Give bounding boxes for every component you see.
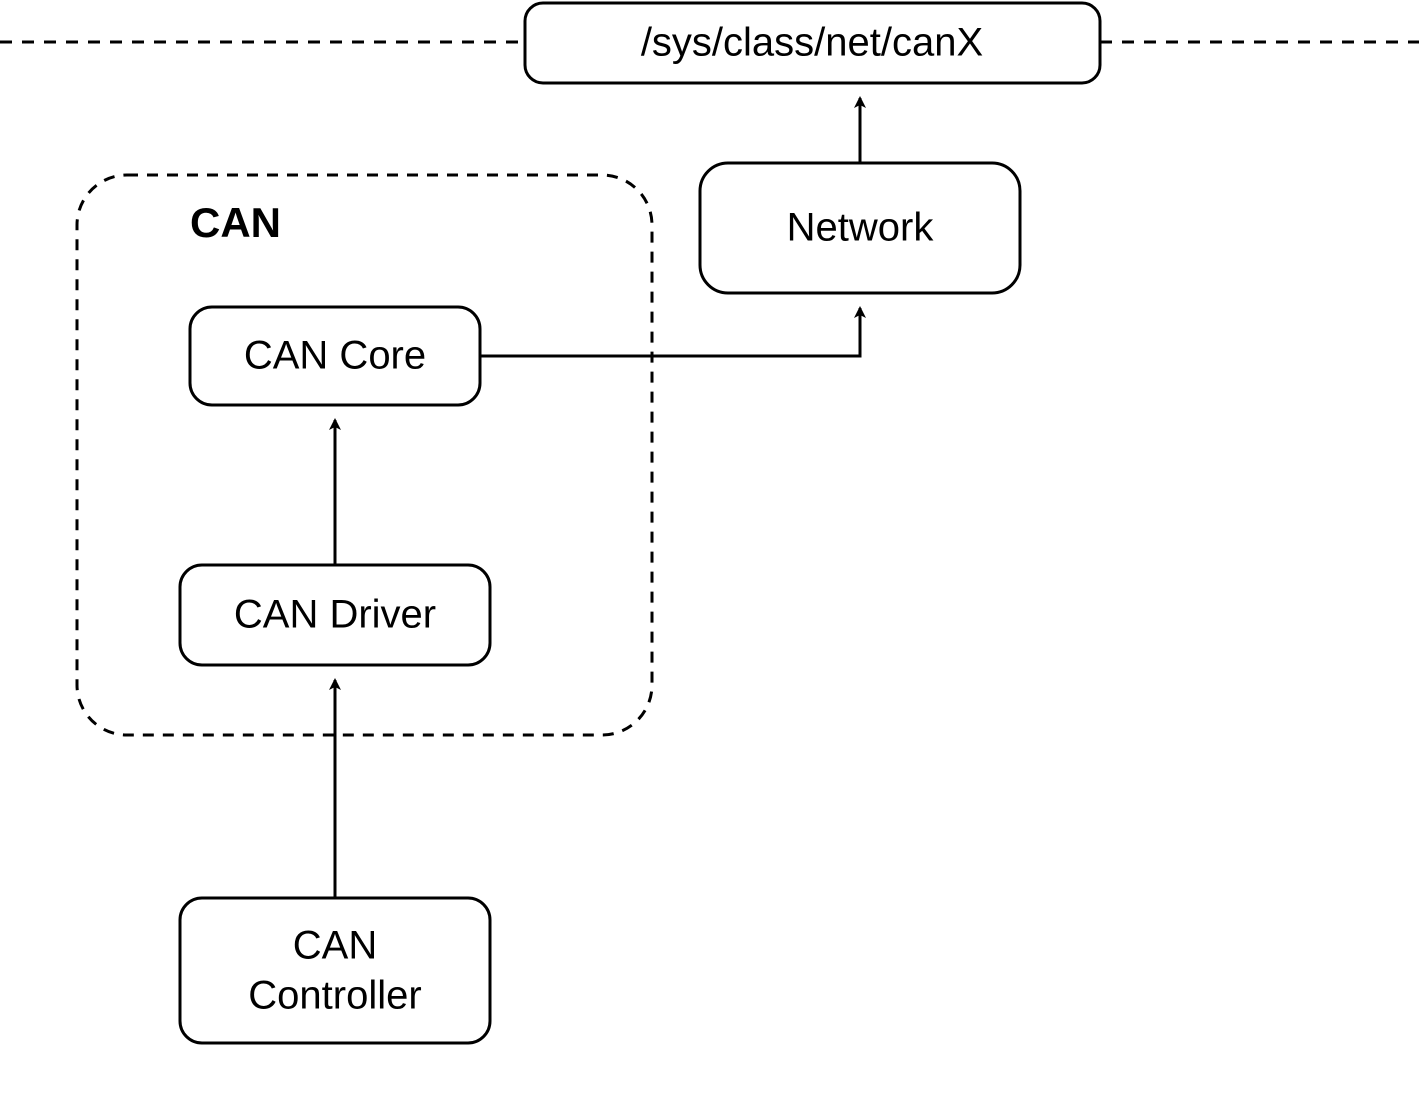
diagram-canvas: /sys/class/net/canX Network CAN CAN Core… bbox=[0, 0, 1419, 1119]
can-controller-label-line2: Controller bbox=[248, 974, 421, 1018]
sysfs-label: /sys/class/net/canX bbox=[641, 21, 983, 65]
can-driver-label: CAN Driver bbox=[234, 593, 436, 637]
arrow-core-to-network bbox=[480, 308, 860, 356]
can-controller-label-line1: CAN bbox=[293, 924, 377, 968]
network-box: Network bbox=[700, 163, 1020, 293]
sysfs-box: /sys/class/net/canX bbox=[525, 3, 1100, 83]
can-controller-box: CAN Controller bbox=[180, 898, 490, 1043]
can-group-label: CAN bbox=[190, 199, 281, 246]
can-driver-box: CAN Driver bbox=[180, 565, 490, 665]
can-core-label: CAN Core bbox=[244, 334, 426, 378]
network-label: Network bbox=[787, 206, 935, 250]
can-core-box: CAN Core bbox=[190, 307, 480, 405]
